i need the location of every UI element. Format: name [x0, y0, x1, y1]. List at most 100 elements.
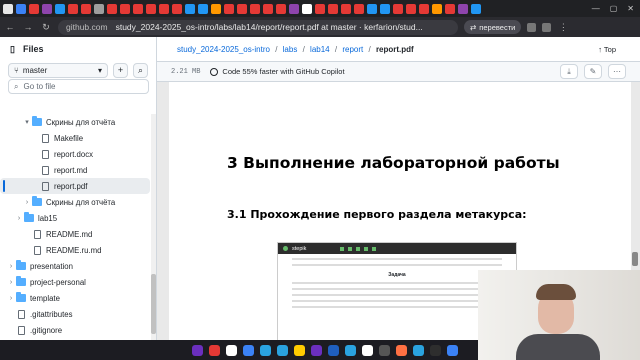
- browser-tab-favicon-icon[interactable]: [94, 3, 104, 14]
- branch-selector[interactable]: ⑂ master ▾: [8, 62, 108, 78]
- download-button[interactable]: ⤓: [560, 64, 578, 79]
- add-file-button[interactable]: +: [113, 62, 128, 78]
- copilot-promo-link[interactable]: Code 55% faster with GitHub Copilot: [210, 67, 345, 76]
- more-options-button[interactable]: ⋯: [608, 64, 626, 79]
- tree-folder-item[interactable]: › Скрины для отчёта: [0, 194, 150, 210]
- browser-tab-favicon-icon[interactable]: [354, 3, 364, 14]
- tree-file-item[interactable]: report.pdf: [0, 178, 150, 194]
- back-icon[interactable]: ←: [4, 22, 16, 32]
- browser-tab-favicon-icon[interactable]: [367, 3, 377, 14]
- taskbar-app-icon[interactable]: [328, 344, 339, 356]
- taskbar-app-icon[interactable]: [277, 344, 288, 356]
- chevron-right-icon[interactable]: ›: [14, 215, 24, 222]
- taskbar-app-icon[interactable]: [243, 344, 254, 356]
- tree-file-item[interactable]: .gitattributes: [0, 306, 150, 322]
- tree-folder-item[interactable]: › presentation: [0, 258, 150, 274]
- taskbar-app-icon[interactable]: [345, 344, 356, 356]
- browser-tab-favicon-icon[interactable]: [29, 3, 39, 14]
- chevron-right-icon[interactable]: ›: [6, 279, 16, 286]
- browser-tab-favicon-icon[interactable]: [120, 3, 130, 14]
- taskbar-app-icon[interactable]: [226, 344, 237, 356]
- taskbar-app-icon[interactable]: [379, 344, 390, 356]
- browser-tab-favicon-icon[interactable]: [146, 3, 156, 14]
- browser-tab-favicon-icon[interactable]: [250, 3, 260, 14]
- extension-icon[interactable]: [527, 22, 537, 32]
- browser-tab-favicon-icon[interactable]: [380, 3, 390, 14]
- browser-tab-favicon-icon[interactable]: [211, 3, 221, 14]
- browser-tab-favicon-icon[interactable]: [237, 3, 247, 14]
- chevron-right-icon[interactable]: ›: [22, 199, 32, 206]
- chevron-right-icon[interactable]: ›: [6, 263, 16, 270]
- browser-tab-favicon-icon[interactable]: [3, 3, 13, 14]
- taskbar-app-icon[interactable]: [192, 344, 203, 356]
- go-to-file-input[interactable]: ⌕ Go to file: [8, 79, 149, 94]
- chevron-down-icon[interactable]: ▾: [22, 118, 32, 126]
- browser-tab-favicon-icon[interactable]: [406, 3, 416, 14]
- maximize-icon[interactable]: ▢: [610, 4, 618, 13]
- sidebar-scrollbar[interactable]: [151, 114, 156, 360]
- taskbar-app-icon[interactable]: [396, 344, 407, 356]
- tree-file-item[interactable]: README.md: [0, 226, 150, 242]
- browser-tab-favicon-icon[interactable]: [224, 3, 234, 14]
- browser-tab-favicon-icon[interactable]: [302, 3, 312, 14]
- browser-tab-favicon-icon[interactable]: [289, 3, 299, 14]
- taskbar-app-icon[interactable]: [413, 344, 424, 356]
- browser-tab-favicon-icon[interactable]: [276, 3, 286, 14]
- browser-tab-favicon-icon[interactable]: [393, 3, 403, 14]
- browser-tab-favicon-icon[interactable]: [471, 3, 481, 14]
- forward-icon[interactable]: →: [22, 22, 34, 32]
- browser-tab-favicon-icon[interactable]: [432, 3, 442, 14]
- menu-icon[interactable]: ⋮: [557, 22, 569, 33]
- taskbar-app-icon[interactable]: [260, 344, 271, 356]
- browser-tab-favicon-icon[interactable]: [55, 3, 65, 14]
- browser-tab-favicon-icon[interactable]: [419, 3, 429, 14]
- breadcrumb-labs-link[interactable]: labs: [283, 45, 298, 54]
- browser-tab-favicon-icon[interactable]: [328, 3, 338, 14]
- taskbar-app-icon[interactable]: [447, 344, 458, 356]
- breadcrumb-report-link[interactable]: report: [342, 45, 363, 54]
- chevron-right-icon[interactable]: ›: [6, 295, 16, 302]
- taskbar-app-icon[interactable]: [294, 344, 305, 356]
- tree-file-item[interactable]: .gitignore: [0, 322, 150, 338]
- browser-tab-favicon-icon[interactable]: [107, 3, 117, 14]
- browser-tab-favicon-icon[interactable]: [16, 3, 26, 14]
- browser-tab-favicon-icon[interactable]: [68, 3, 78, 14]
- browser-tab-favicon-icon[interactable]: [198, 3, 208, 14]
- edit-button[interactable]: ✎: [584, 64, 602, 79]
- tree-folder-item[interactable]: ▾ Скрины для отчёта: [0, 114, 150, 130]
- browser-tab-favicon-icon[interactable]: [42, 3, 52, 14]
- tree-file-item[interactable]: report.md: [0, 162, 150, 178]
- breadcrumb-lab14-link[interactable]: lab14: [310, 45, 330, 54]
- tree-file-item[interactable]: Makefile: [0, 130, 150, 146]
- browser-tab-favicon-icon[interactable]: [263, 3, 273, 14]
- tree-file-item[interactable]: report.docx: [0, 146, 150, 162]
- tree-folder-item[interactable]: › project-personal: [0, 274, 150, 290]
- reload-icon[interactable]: ↻: [40, 22, 52, 33]
- browser-tab-favicon-icon[interactable]: [445, 3, 455, 14]
- close-icon[interactable]: ✕: [627, 4, 634, 13]
- search-button[interactable]: ⌕: [133, 62, 148, 78]
- browser-tab-favicon-icon[interactable]: [315, 3, 325, 14]
- back-to-top-link[interactable]: ↑ Top: [598, 45, 616, 54]
- browser-tab-favicon-icon[interactable]: [341, 3, 351, 14]
- tree-folder-item[interactable]: › template: [0, 290, 150, 306]
- browser-tab-favicon-icon[interactable]: [172, 3, 182, 14]
- url-field[interactable]: github.com study_2024-2025_os-intro/labs…: [58, 19, 458, 35]
- extension-icon[interactable]: [542, 22, 552, 32]
- tree-file-item[interactable]: README.ru.md: [0, 242, 150, 258]
- taskbar-app-icon[interactable]: [311, 344, 322, 356]
- taskbar-app-icon[interactable]: [430, 344, 441, 356]
- browser-tab-favicon-icon[interactable]: [81, 3, 91, 14]
- taskbar-app-icon[interactable]: [209, 344, 220, 356]
- minimize-icon[interactable]: —: [592, 4, 600, 13]
- sidebar-scrollbar-thumb[interactable]: [151, 274, 156, 334]
- taskbar-app-icon[interactable]: [362, 344, 373, 356]
- pdf-scrollbar-thumb[interactable]: [632, 252, 638, 266]
- tree-folder-item[interactable]: › lab15: [0, 210, 150, 226]
- browser-tab-favicon-icon[interactable]: [458, 3, 468, 14]
- browser-tab-favicon-icon[interactable]: [159, 3, 169, 14]
- browser-tab-favicon-icon[interactable]: [185, 3, 195, 14]
- breadcrumb-repo-link[interactable]: study_2024-2025_os-intro: [177, 45, 270, 54]
- collapse-sidebar-icon[interactable]: ▯: [10, 44, 15, 55]
- browser-tab-favicon-icon[interactable]: [133, 3, 143, 14]
